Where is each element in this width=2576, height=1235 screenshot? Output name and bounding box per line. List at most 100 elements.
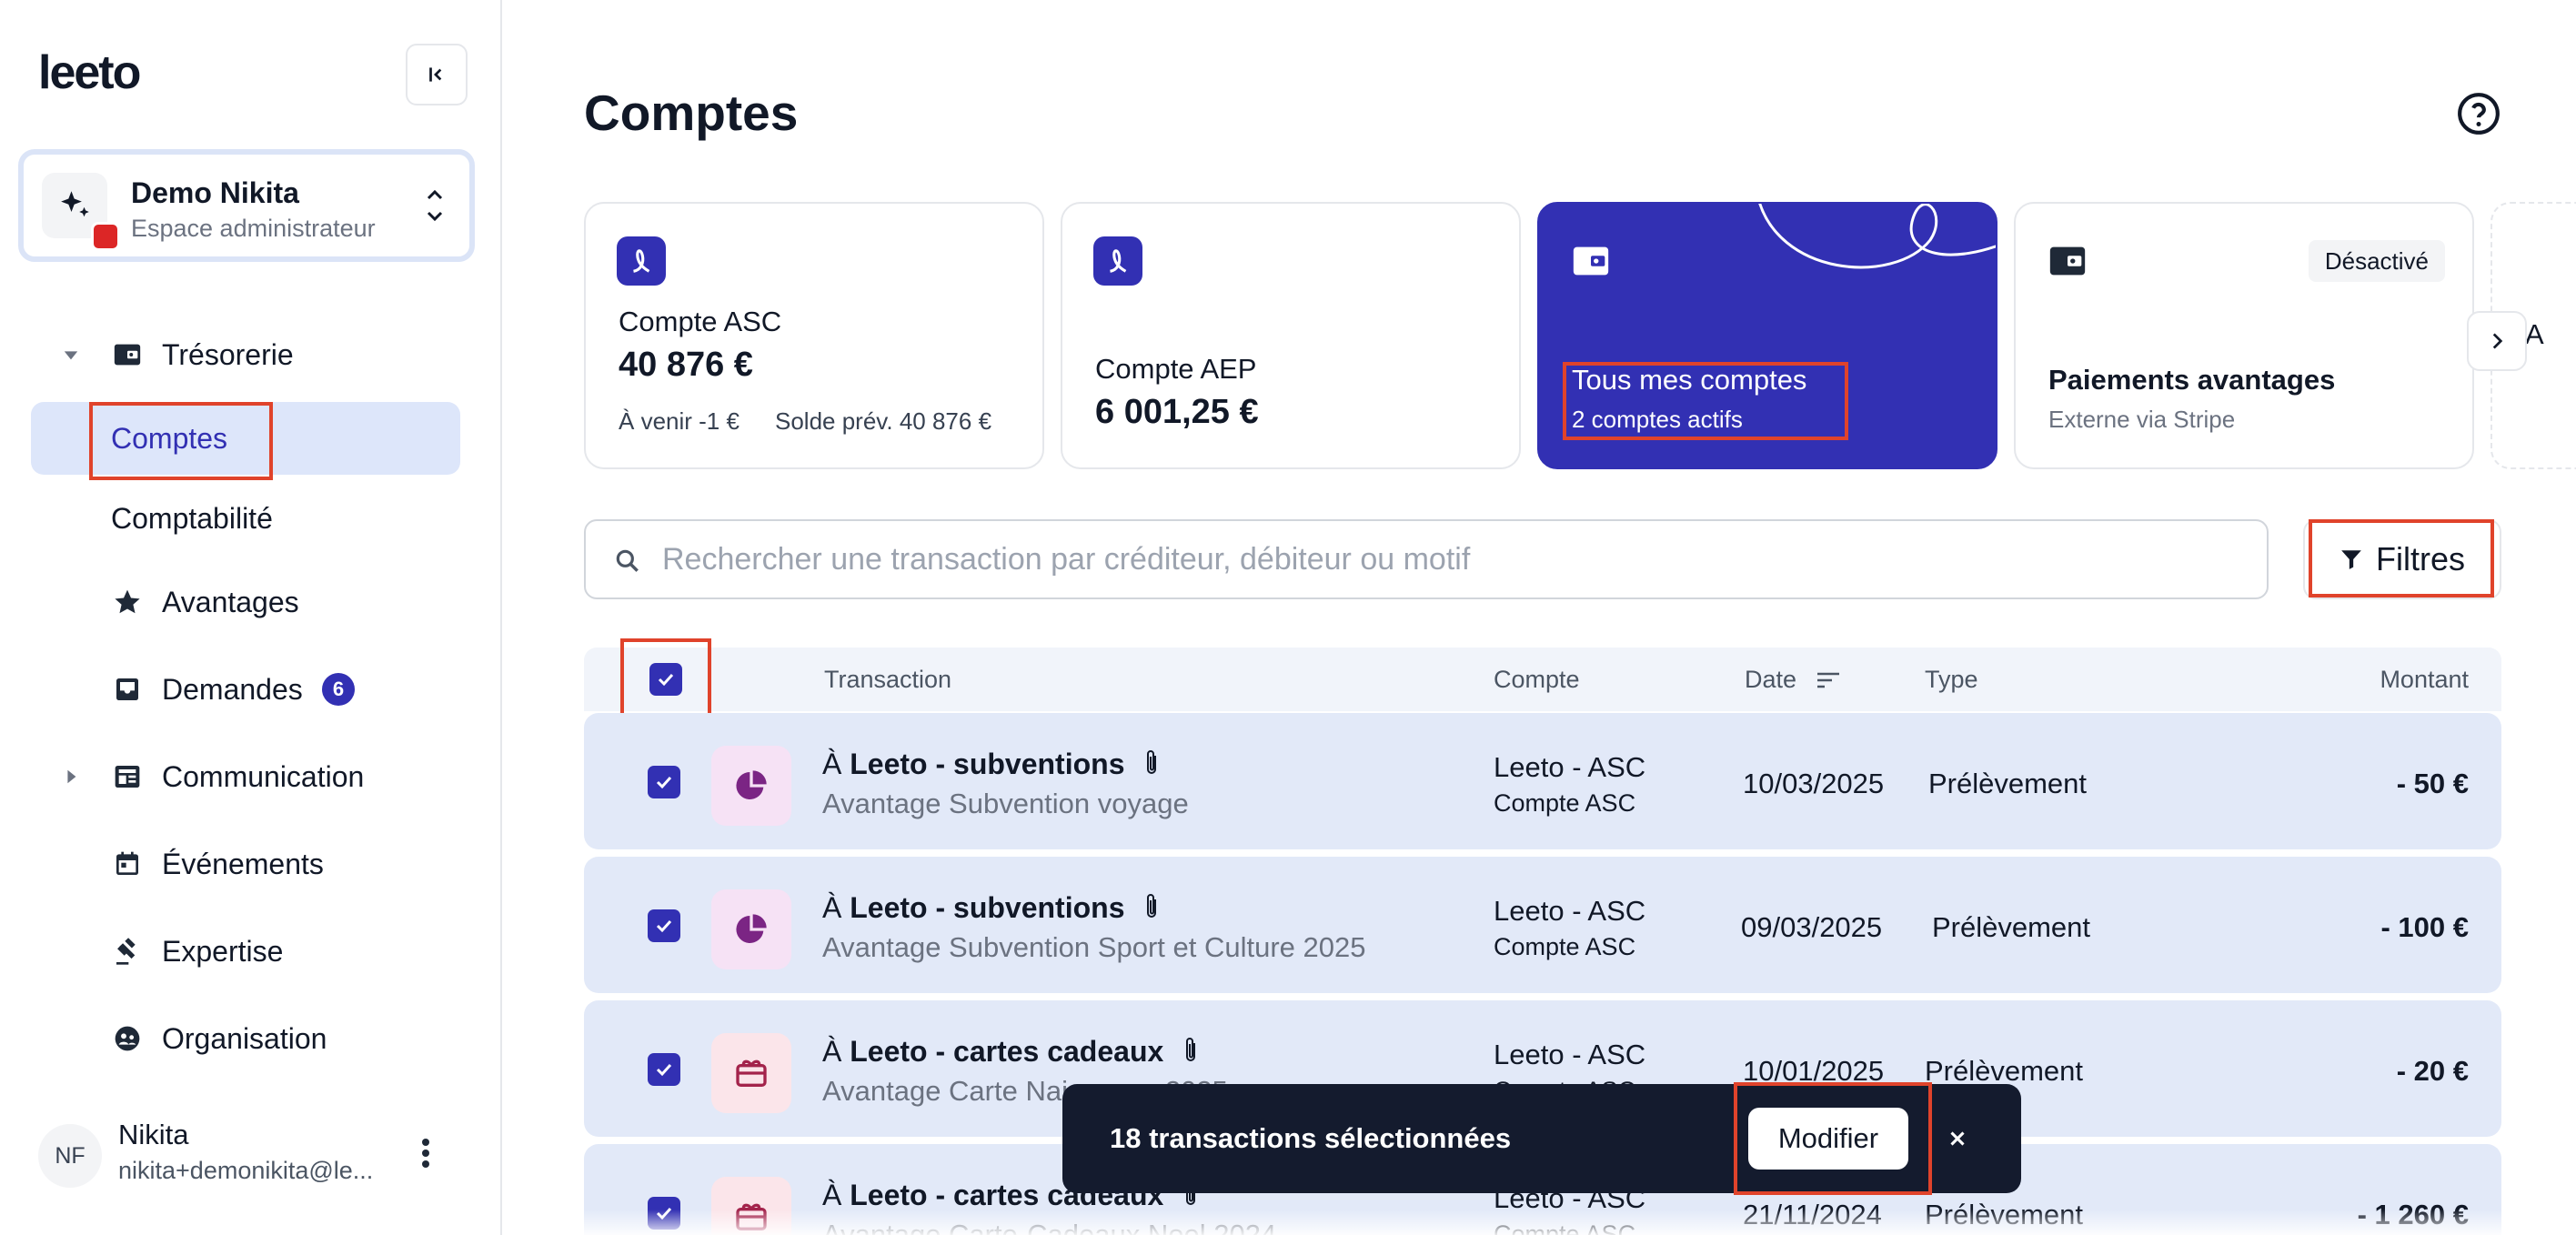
row-type: Prélèvement — [1932, 911, 2091, 943]
account-card-aep[interactable]: Compte AEP 6 001,25 € — [1061, 202, 1521, 469]
row-account: Leeto - ASC — [1494, 1039, 1646, 1070]
caret-right-icon — [60, 766, 82, 788]
sidebar-item-label: Expertise — [162, 935, 284, 968]
inbox-icon — [111, 673, 144, 706]
row-amount: - 1 260 € — [2357, 1199, 2469, 1230]
row-date: 10/03/2025 — [1743, 768, 1885, 799]
demandes-count-badge: 6 — [322, 673, 355, 706]
column-header-date[interactable]: Date — [1745, 666, 1796, 694]
highlight-box-comptes — [89, 402, 273, 480]
pie-chart-icon — [711, 746, 791, 826]
highlight-box-select-all — [620, 638, 711, 717]
user-profile[interactable]: NF Nikita nikita+demonikita@le... — [0, 1109, 502, 1200]
user-avatar: NF — [38, 1124, 102, 1188]
sidebar-item-expertise[interactable]: Expertise — [0, 915, 502, 988]
sidebar-item-label: Communication — [162, 760, 365, 793]
search-bar — [584, 519, 2269, 599]
workspace-subtitle: Espace administrateur — [131, 215, 376, 242]
leeto-logo-icon — [617, 236, 666, 286]
sidebar-item-label: Trésorerie — [162, 338, 294, 371]
sidebar-item-evenements[interactable]: Événements — [0, 828, 502, 900]
column-header-amount: Montant — [2380, 666, 2469, 693]
workspace-name: Demo Nikita — [131, 176, 299, 209]
sidebar-item-avantages[interactable]: Avantages — [0, 566, 502, 638]
more-vertical-icon[interactable] — [420, 1137, 431, 1170]
table-header: Transaction Compte Date Type Montant — [584, 648, 2501, 711]
sidebar-item-label: Organisation — [162, 1022, 327, 1055]
people-icon — [111, 1022, 144, 1055]
card-name: Compte AEP — [1095, 353, 1257, 385]
row-amount: - 50 € — [2396, 768, 2469, 799]
card-amount: 40 876 € — [619, 346, 753, 384]
cards-next-button[interactable] — [2467, 311, 2527, 371]
row-title: À Leeto - cartes cadeaux — [822, 1035, 1201, 1069]
wallet-icon — [111, 338, 144, 371]
row-account: Leeto - ASC — [1494, 751, 1646, 783]
sidebar-item-communication[interactable]: Communication — [0, 740, 502, 813]
row-date: 09/03/2025 — [1741, 911, 1883, 943]
page-title: Comptes — [584, 85, 799, 141]
row-account: Leeto - ASC — [1494, 895, 1646, 927]
status-badge: Désactivé — [2308, 240, 2445, 282]
row-checkbox[interactable] — [648, 909, 680, 942]
highlight-box-tous-comptes — [1563, 362, 1848, 440]
user-email: nikita+demonikita@le... — [118, 1157, 374, 1184]
paperclip-icon — [1147, 750, 1157, 774]
card-sub: Externe via Stripe — [2048, 406, 2236, 433]
star-icon — [111, 586, 144, 618]
table-row[interactable]: À Leeto - subventions Avantage Subventio… — [584, 857, 2501, 993]
app-root: leeto Demo Nikita Espace administrateur … — [0, 0, 2576, 1235]
chevron-up-down-icon — [427, 189, 443, 222]
help-icon[interactable] — [2456, 91, 2501, 136]
column-header-account: Compte — [1494, 666, 1580, 693]
sidebar-item-label: Événements — [162, 848, 324, 880]
pie-chart-icon — [711, 889, 791, 969]
paperclip-icon — [1186, 1038, 1196, 1061]
row-checkbox[interactable] — [648, 1197, 680, 1230]
decorative-swirl — [1758, 204, 1996, 269]
sidebar-item-tresorerie[interactable]: Trésorerie — [0, 318, 502, 391]
sort-icon[interactable] — [1816, 669, 1841, 691]
newspaper-icon — [111, 760, 144, 793]
row-subtitle: Avantage Carte-Cadeaux Noel 2024 — [822, 1219, 1277, 1235]
sidebar-item-demandes[interactable]: Demandes 6 — [0, 653, 502, 726]
row-checkbox[interactable] — [648, 766, 680, 798]
table-row[interactable]: À Leeto - subventions Avantage Subventio… — [584, 713, 2501, 849]
gift-card-icon — [711, 1033, 791, 1113]
sidebar-item-organisation[interactable]: Organisation — [0, 1002, 502, 1075]
row-title: À Leeto - subventions — [822, 748, 1162, 781]
search-input[interactable] — [662, 521, 2245, 597]
sidebar-item-comptabilite[interactable]: Comptabilité — [31, 482, 460, 555]
row-account-sub: Compte ASC — [1494, 1220, 1636, 1235]
user-name: Nikita — [118, 1119, 189, 1150]
row-subtitle: Avantage Subvention voyage — [822, 788, 1189, 819]
row-account-sub: Compte ASC — [1494, 789, 1636, 817]
card-upcoming: À venir -1 € — [619, 407, 740, 435]
card-forecast: Solde prév. 40 876 € — [775, 407, 992, 435]
sidebar-item-label: Avantages — [162, 586, 299, 618]
row-amount: - 20 € — [2396, 1055, 2469, 1087]
leeto-logo: leeto — [38, 46, 141, 99]
calendar-icon — [111, 848, 144, 880]
workspace-switcher[interactable]: Demo Nikita Espace administrateur — [18, 149, 475, 262]
row-title: À Leeto - subventions — [822, 891, 1162, 925]
row-type: Prélèvement — [1925, 1199, 2084, 1230]
chevron-right-icon — [2492, 333, 2503, 349]
row-account-sub: Compte ASC — [1494, 933, 1636, 960]
selection-count-text: 18 transactions sélectionnées — [1110, 1122, 1512, 1154]
wallet-icon — [2047, 240, 2088, 286]
row-type: Prélèvement — [1925, 1055, 2084, 1087]
gavel-icon — [111, 935, 144, 968]
collapse-sidebar-button[interactable] — [406, 44, 468, 105]
sparkles-icon — [61, 191, 89, 217]
account-card-paiements[interactable]: Désactivé Paiements avantages Externe vi… — [2014, 202, 2474, 469]
card-amount: 6 001,25 € — [1095, 393, 1259, 431]
collapse-icon — [429, 67, 442, 82]
close-icon[interactable] — [1937, 1119, 1977, 1159]
sidebar-item-label: Comptabilité — [111, 502, 273, 535]
paperclip-icon — [1147, 894, 1157, 918]
account-card-asc[interactable]: Compte ASC 40 876 € À venir -1 € Solde p… — [584, 202, 1044, 469]
card-name: Compte ASC — [619, 306, 782, 337]
row-checkbox[interactable] — [648, 1053, 680, 1086]
highlight-box-filtres — [2309, 519, 2494, 597]
